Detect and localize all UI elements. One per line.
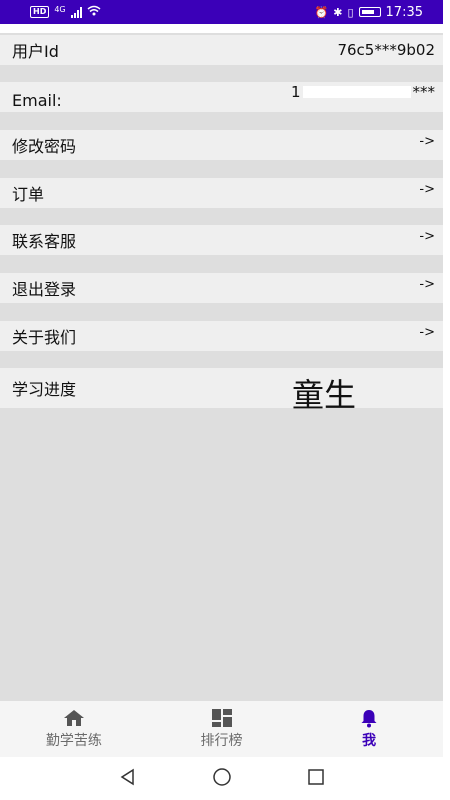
vibrate-icon: ▯ [347, 5, 354, 19]
back-icon[interactable] [119, 768, 137, 790]
email-row: Email: 1 *** [0, 82, 443, 112]
progress-label: 学习进度 [12, 380, 77, 399]
nav-tab-me[interactable]: 我 [295, 701, 443, 757]
change-password-row[interactable]: 修改密码 -> [0, 130, 443, 160]
top-spacer [0, 24, 443, 33]
app-screen: HD 4G ⏰ ✱ ▯ 17:35 用户Id 76c5***9b02 Email… [0, 0, 450, 800]
status-left: HD 4G [30, 5, 101, 20]
logout-arrow: -> [419, 277, 435, 292]
progress-value: 童生 [292, 376, 357, 414]
nav-tab-me-label: 我 [362, 733, 377, 749]
home-icon [63, 708, 85, 728]
nav-tab-practice-label: 勤学苦练 [45, 733, 102, 749]
email-value-prefix: 1 [290, 83, 301, 101]
orders-label: 订单 [12, 185, 45, 204]
logout-label: 退出登录 [12, 280, 77, 299]
status-bar: HD 4G ⏰ ✱ ▯ 17:35 [0, 0, 443, 24]
right-edge [443, 0, 450, 800]
about-us-arrow: -> [419, 325, 435, 340]
bell-icon [358, 708, 380, 728]
bluetooth-icon: ✱ [333, 5, 343, 19]
status-right: ⏰ ✱ ▯ 17:35 [315, 5, 423, 20]
email-mask [302, 86, 411, 98]
orders-arrow: -> [419, 182, 435, 197]
orders-row[interactable]: 订单 -> [0, 178, 443, 208]
nav-tab-practice[interactable]: 勤学苦练 [0, 701, 148, 757]
wifi-icon [87, 5, 101, 20]
status-time: 17:35 [385, 4, 423, 20]
email-value-suffix: *** [412, 83, 436, 101]
about-us-label: 关于我们 [12, 328, 77, 347]
change-password-label: 修改密码 [12, 137, 77, 156]
battery-icon [358, 7, 381, 17]
contact-support-row[interactable]: 联系客服 -> [0, 225, 443, 255]
system-nav-bar [0, 757, 443, 800]
email-label: Email: [12, 91, 62, 110]
about-us-row[interactable]: 关于我们 -> [0, 321, 443, 351]
change-password-arrow: -> [419, 134, 435, 149]
logout-row[interactable]: 退出登录 -> [0, 273, 443, 303]
profile-content: 用户Id 76c5***9b02 Email: 1 *** 修改密码 -> 订单… [0, 24, 443, 701]
network-type: 4G [54, 4, 66, 14]
contact-support-label: 联系客服 [12, 232, 77, 251]
user-id-label: 用户Id [12, 42, 59, 61]
home-circle-icon[interactable] [212, 767, 232, 791]
progress-row: 学习进度 童生 [0, 368, 443, 414]
recents-icon[interactable] [307, 768, 325, 790]
hd-badge: HD [30, 6, 50, 18]
contact-support-arrow: -> [419, 229, 435, 244]
alarm-icon: ⏰ [314, 5, 329, 19]
user-id-row: 用户Id 76c5***9b02 [0, 35, 443, 65]
signal-icon [70, 6, 82, 18]
user-id-value: 76c5***9b02 [337, 41, 435, 59]
dashboard-icon [211, 708, 233, 728]
nav-tab-leaderboard-label: 排行榜 [200, 733, 243, 749]
bottom-nav: 勤学苦练 排行榜 我 [0, 701, 443, 757]
email-value: 1 *** [291, 83, 435, 101]
nav-tab-leaderboard[interactable]: 排行榜 [148, 701, 296, 757]
